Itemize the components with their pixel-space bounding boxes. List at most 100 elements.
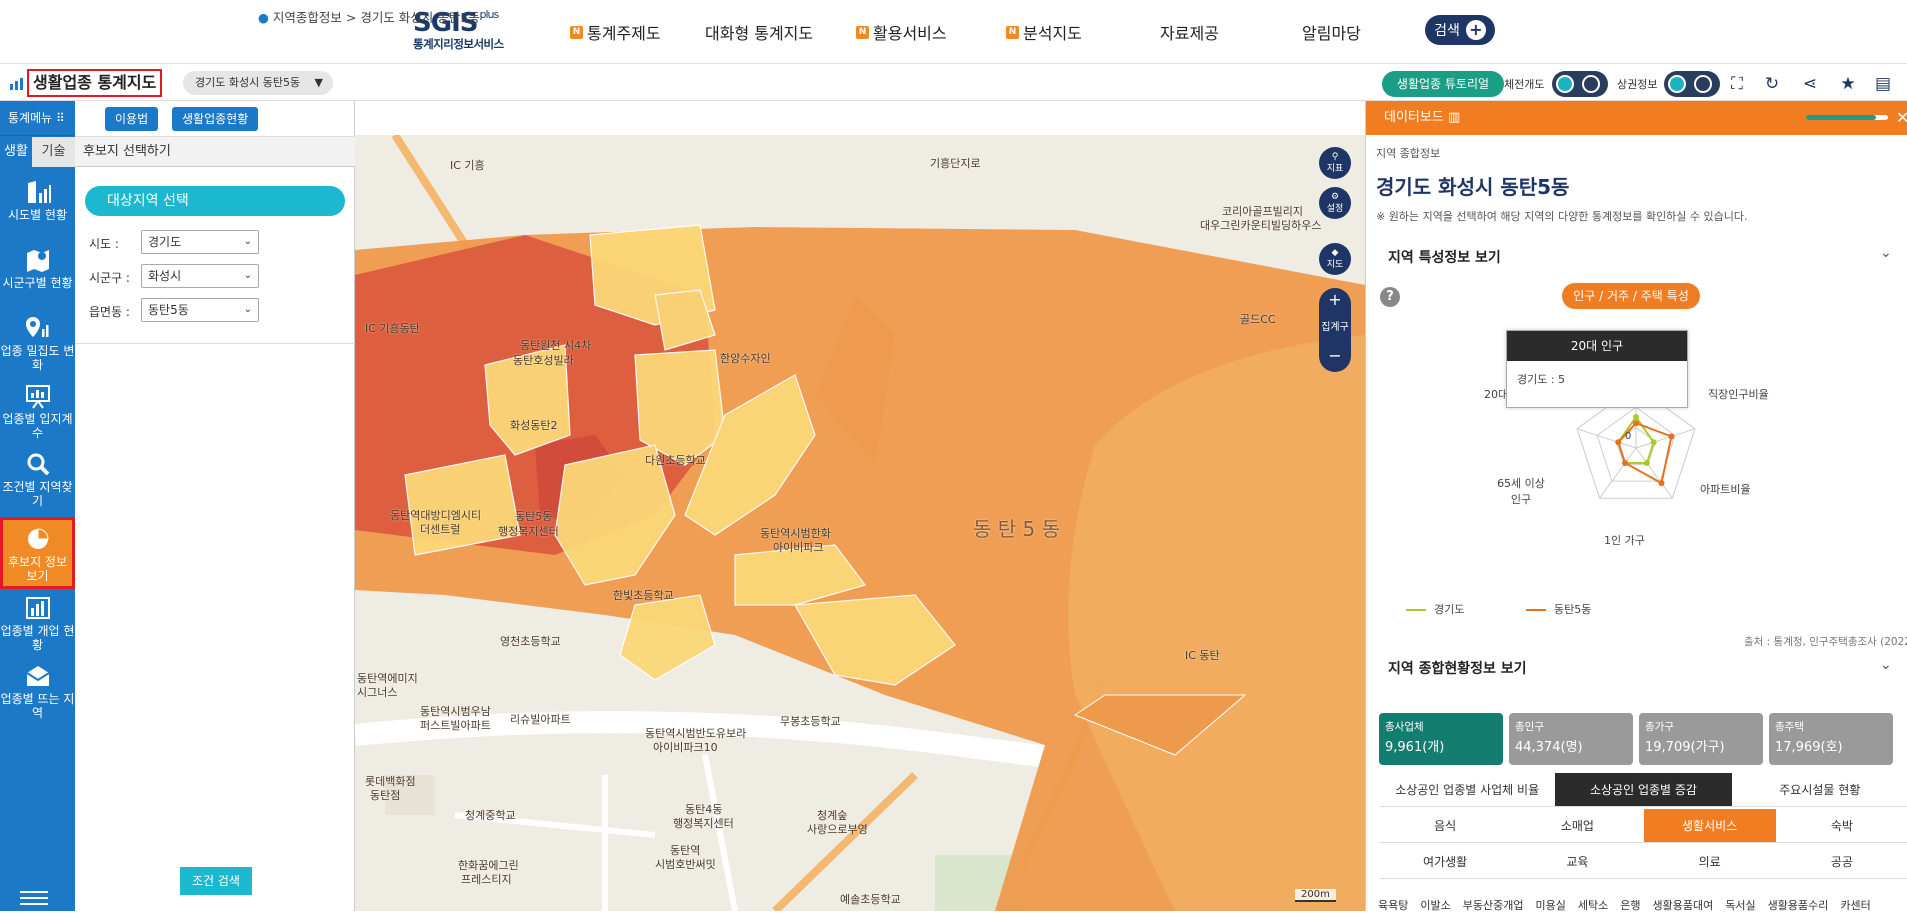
nav-data[interactable]: 자료제공 bbox=[1160, 20, 1219, 44]
sidebar-item-candidate[interactable]: 후보지 정보 보기 bbox=[0, 517, 75, 589]
map-label: 아이비파크 bbox=[773, 541, 824, 554]
legend-item[interactable]: 동탄5동 bbox=[1526, 601, 1591, 617]
tab-public[interactable]: 공공 bbox=[1775, 845, 1907, 879]
nav-theme-map[interactable]: N 통계주제도 bbox=[570, 20, 661, 44]
chevron-down-icon[interactable]: ⌄ bbox=[1880, 657, 1892, 673]
search-label: 검색 bbox=[1434, 23, 1460, 39]
toggle1-switch[interactable] bbox=[1552, 71, 1608, 97]
map-label: 무봉초등학교 bbox=[780, 715, 841, 728]
hamburger-menu-icon[interactable] bbox=[20, 891, 48, 905]
sidebar-item-sigungu[interactable]: 시군구별 현황 bbox=[0, 241, 75, 309]
radar-point[interactable] bbox=[1633, 414, 1639, 420]
toggle2-switch[interactable] bbox=[1664, 71, 1720, 97]
zoom-in-button[interactable]: + bbox=[1319, 288, 1351, 312]
tab-lodging[interactable]: 숙박 bbox=[1775, 809, 1907, 843]
kpi-households[interactable]: 총가구 19,709(가구) bbox=[1639, 713, 1763, 765]
close-icon[interactable]: ✕ bbox=[1896, 101, 1907, 135]
refresh-icon[interactable]: ↻ bbox=[1762, 74, 1782, 94]
data-board-header: 데이터보드 ▥ ✕ bbox=[1366, 101, 1907, 135]
nav-notice[interactable]: 알림마당 bbox=[1302, 20, 1361, 44]
tab-business-ratio[interactable]: 소상공인 업종별 사업체 비율 bbox=[1379, 773, 1556, 807]
sidebar-item-density[interactable]: 업종 밀집도 변화 bbox=[0, 309, 75, 377]
stat-menu-label: 통계메뉴 bbox=[8, 111, 53, 125]
tab-food[interactable]: 음식 bbox=[1379, 809, 1512, 843]
map-label: 기흥단지로 bbox=[930, 157, 981, 170]
select-value: 경기도 bbox=[148, 235, 182, 249]
radar-point[interactable] bbox=[1643, 460, 1650, 466]
divider bbox=[75, 343, 355, 344]
sido-select[interactable]: 경기도 ⌄ bbox=[141, 230, 259, 254]
tab-retail[interactable]: 소매업 bbox=[1511, 809, 1644, 843]
document-icon[interactable]: ▤ bbox=[1873, 74, 1893, 94]
nav-analysis-map[interactable]: N 분석지도 bbox=[1006, 20, 1082, 44]
chevron-down-icon[interactable]: ⌄ bbox=[1880, 245, 1892, 261]
building-chart-icon bbox=[27, 181, 51, 203]
nav-interactive-map[interactable]: 대화형 통계지도 bbox=[705, 20, 813, 44]
bar-chart-icon: ▥ bbox=[1447, 110, 1461, 125]
condition-search-button[interactable]: 조건 검색 bbox=[180, 867, 252, 895]
map-label: 영천초등학교 bbox=[500, 635, 561, 648]
radar-point[interactable] bbox=[1622, 460, 1629, 466]
radar-axis-label: 1인 가구 bbox=[1604, 534, 1645, 547]
target-region-button[interactable]: 대상지역 선택 bbox=[85, 186, 345, 216]
kpi-businesses[interactable]: 총사업체 9,961(개) bbox=[1379, 713, 1503, 765]
sidebar-item-sido[interactable]: 시도별 현황 bbox=[0, 173, 75, 241]
tab-facilities[interactable]: 주요시설물 현황 bbox=[1731, 773, 1907, 807]
tab-medical[interactable]: 의료 bbox=[1643, 845, 1776, 879]
kpi-housing[interactable]: 총주택 17,969(호) bbox=[1769, 713, 1893, 765]
legend-item[interactable]: 경기도 bbox=[1406, 601, 1464, 617]
radar-point[interactable] bbox=[1658, 480, 1665, 487]
radar-point[interactable] bbox=[1615, 439, 1622, 446]
eupmyeondong-select[interactable]: 동탄5동 ⌄ bbox=[141, 298, 259, 322]
radar-point[interactable] bbox=[1650, 439, 1657, 446]
indicator-control[interactable]: ⚲ 지표 bbox=[1319, 147, 1351, 179]
fullscreen-icon[interactable]: ⛶ bbox=[1727, 74, 1747, 94]
sidebar-item-location-quotient[interactable]: 업종별 입지계수 bbox=[0, 377, 75, 445]
board-crumb: 지역 종합정보 bbox=[1376, 147, 1441, 160]
zoom-control: + 집계구 − bbox=[1319, 288, 1351, 372]
sidebar-item-rising[interactable]: 업종별 뜨는 지역 bbox=[0, 657, 75, 725]
tab-education[interactable]: 교육 bbox=[1511, 845, 1644, 879]
board-icon bbox=[25, 385, 50, 409]
share-icon[interactable]: ⋖ bbox=[1800, 74, 1820, 94]
radar-point[interactable] bbox=[1633, 420, 1639, 427]
stat-menu-button[interactable]: 통계메뉴 ⠿ bbox=[0, 101, 75, 136]
select-value: 동탄5동 bbox=[148, 303, 189, 317]
tab-tech[interactable]: 기술 bbox=[32, 137, 75, 167]
tutorial-button[interactable]: 생활업종 튜토리얼 bbox=[1382, 71, 1504, 97]
sidebar-item-label: 시도별 현황 bbox=[7, 208, 67, 222]
tab-life-service[interactable]: 생활서비스 bbox=[1643, 809, 1776, 843]
kpi-value: 9,961(개) bbox=[1385, 740, 1445, 755]
sigungu-select[interactable]: 화성시 ⌄ bbox=[141, 264, 259, 288]
status-button[interactable]: 생활업종현황 bbox=[172, 107, 259, 131]
tab-business-change[interactable]: 소상공인 업종별 증감 bbox=[1555, 773, 1732, 807]
zoom-out-button[interactable]: − bbox=[1319, 344, 1351, 368]
radar-center-label: 0 bbox=[1625, 431, 1632, 442]
tab-life[interactable]: 생활 bbox=[0, 137, 32, 167]
data-board-title: 데이터보드 bbox=[1384, 110, 1444, 125]
map-canvas[interactable]: IC 기흥 기흥단지로 코리아골프빌리지 대우그린카운티빌딩하우스 골드CC I… bbox=[355, 135, 1365, 911]
usage-button[interactable]: 이용법 bbox=[105, 107, 159, 131]
help-icon[interactable]: ? bbox=[1380, 287, 1400, 307]
star-icon[interactable]: ★ bbox=[1838, 74, 1858, 94]
nav-services[interactable]: N 활용서비스 bbox=[856, 20, 947, 44]
category-pill[interactable]: 인구 / 거주 / 주택 특성 bbox=[1562, 283, 1700, 309]
map-label: 청계중학교 bbox=[465, 809, 516, 822]
radar-point[interactable] bbox=[1668, 433, 1675, 440]
tab-leisure[interactable]: 여가생활 bbox=[1379, 845, 1512, 879]
logo-subtitle: 통계지리정보서비스 bbox=[413, 37, 504, 51]
kpi-population[interactable]: 총인구 44,374(명) bbox=[1509, 713, 1633, 765]
search-button[interactable]: 검색 + bbox=[1425, 15, 1495, 45]
settings-control[interactable]: ⚙ 설정 bbox=[1319, 187, 1351, 219]
pin-chart-icon bbox=[25, 317, 48, 337]
opacity-slider[interactable] bbox=[1806, 115, 1888, 120]
control-label: 지표 bbox=[1326, 164, 1344, 174]
sidebar-item-opening[interactable]: 업종별 개업 현황 bbox=[0, 589, 75, 657]
tab-candidate-select[interactable]: 후보지 선택하기 bbox=[83, 137, 171, 167]
location-select[interactable]: 경기도 화성시 동탄5동 ▼ bbox=[183, 71, 333, 95]
panel-tab-row: 후보지 선택하기 bbox=[75, 137, 355, 167]
map-label: 대우그린카운티빌딩하우스 bbox=[1200, 219, 1322, 232]
map-label: 화성동탄2 bbox=[510, 419, 558, 432]
sidebar-item-condition[interactable]: 조건별 지역찾기 bbox=[0, 445, 75, 513]
map-type-control[interactable]: ◆ 지도 bbox=[1319, 243, 1351, 275]
